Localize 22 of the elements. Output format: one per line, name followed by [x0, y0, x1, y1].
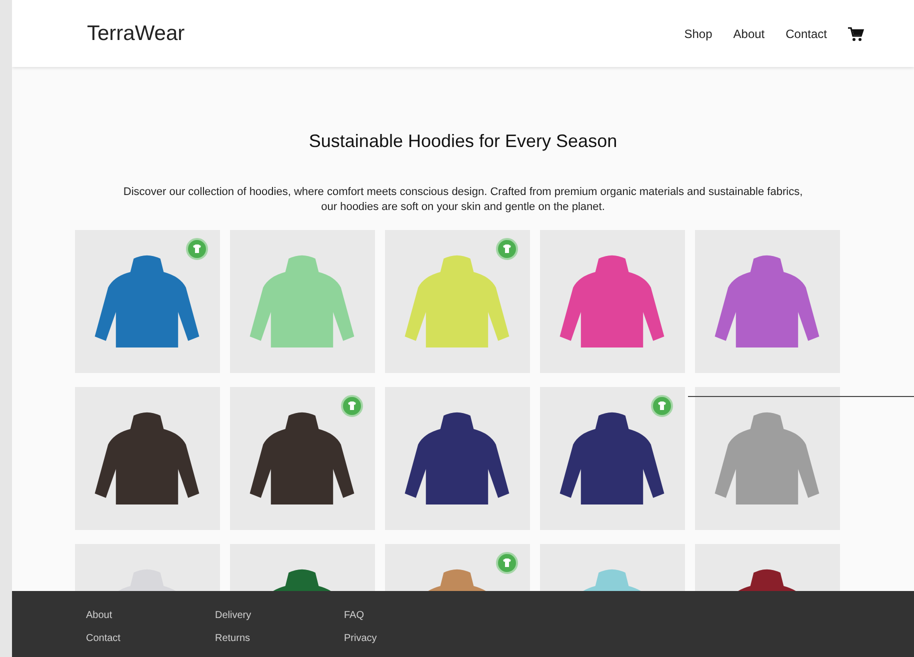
footer-link[interactable]: Delivery — [215, 608, 344, 623]
page-heading: Sustainable Hoodies for Every Season — [308, 130, 618, 153]
product-card[interactable] — [540, 387, 684, 530]
nav-link[interactable]: Contact — [786, 24, 827, 42]
shirt-badge-icon — [650, 395, 672, 417]
product-card[interactable] — [384, 387, 530, 530]
nav-link[interactable]: About — [733, 24, 765, 42]
footer-link[interactable]: About — [86, 608, 215, 623]
shirt-badge-icon — [340, 395, 362, 417]
footer-link[interactable]: Privacy — [344, 631, 473, 646]
shirt-badge-icon — [496, 552, 518, 574]
nav-link[interactable]: Shop — [684, 24, 712, 42]
footer-link[interactable]: Contact — [86, 631, 215, 646]
product-card[interactable] — [74, 387, 220, 530]
footer-link[interactable]: Returns — [215, 631, 344, 646]
cart-icon[interactable] — [848, 26, 864, 42]
shirt-badge-icon — [186, 238, 208, 260]
footer-link[interactable]: FAQ — [344, 608, 473, 623]
product-card[interactable] — [230, 387, 374, 530]
shirt-badge-icon — [496, 238, 518, 260]
intro-paragraph: Discover our collection of hoodies, where comfort meets conscious design. Crafted from premium organic materials and sustainable fabrics, our hoodies are soft on your skin and gentle on the planet. — [123, 185, 803, 215]
logo: TerraWear — [87, 20, 185, 47]
